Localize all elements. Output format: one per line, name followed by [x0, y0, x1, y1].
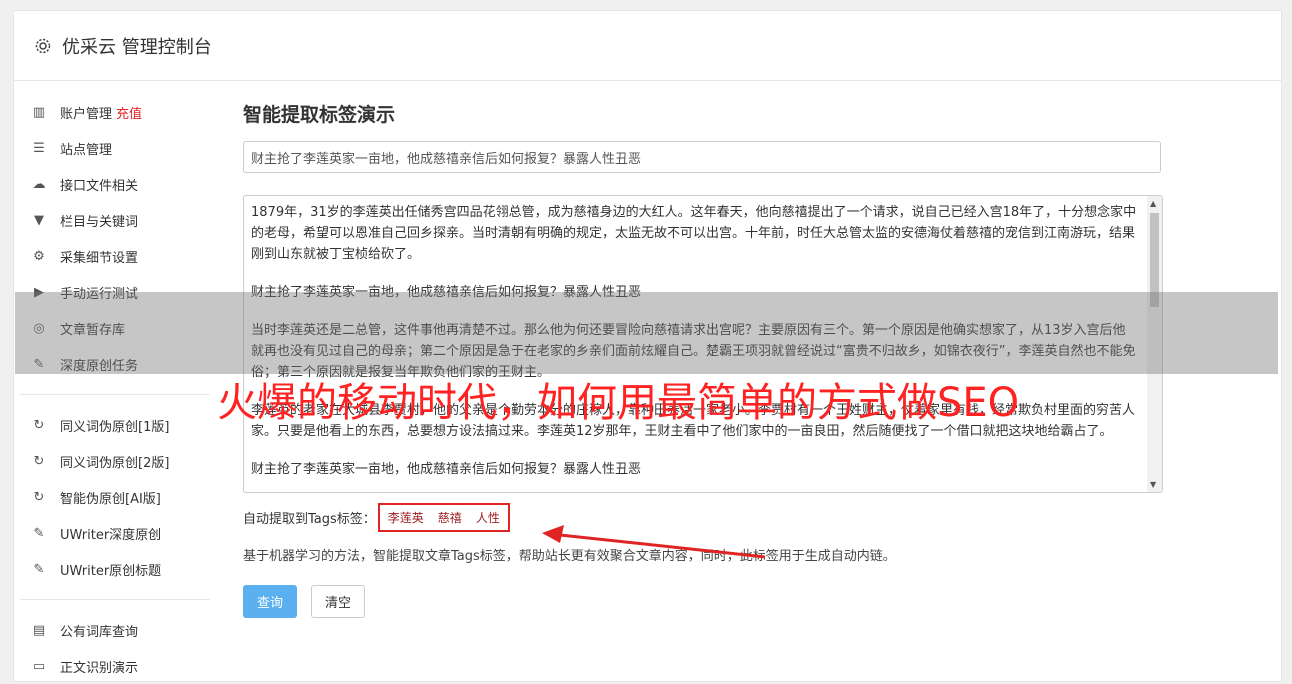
- gear-icon: [34, 37, 52, 55]
- title-input[interactable]: 财主抢了李莲英家一亩地，他成慈禧亲信后如何报复？暴露人性丑恶: [243, 141, 1161, 173]
- tag-item: 人性: [475, 511, 500, 525]
- console-header: 优采云 管理控制台: [14, 11, 1281, 81]
- clear-button[interactable]: 清空: [311, 585, 365, 618]
- article-paragraph: 财主抢了李莲英家一亩地，他成慈禧亲信后如何报复？暴露人性丑恶: [251, 462, 642, 477]
- edit-icon: ✎: [33, 561, 45, 577]
- sidebar-item-label: 公有词库查询: [60, 624, 139, 640]
- sidebar-item-label: 同义词伪原创[1版]: [60, 419, 170, 435]
- recharge-link[interactable]: 充值: [116, 103, 142, 122]
- square-icon: ▭: [32, 658, 46, 674]
- sidebar-item[interactable]: ↻ 同义词伪原创[1版]: [30, 407, 210, 443]
- sidebar: ▥ 账户管理 充值 ☰ 站点管理 ☁ 接口文件相关 ▼ 栏目与关键词 ⚙ 采集细节设置 ▶ 手动运行测试…: [20, 94, 210, 684]
- sidebar-item-label: 同义词伪原创[2版]: [60, 455, 170, 471]
- sidebar-item-label: UWriter深度原创: [60, 527, 162, 543]
- button-row: 查询 清空: [243, 585, 1163, 618]
- sidebar-item-label: 接口文件相关: [60, 178, 139, 194]
- red-arrow-annotation: [542, 525, 766, 559]
- refresh-icon: ↻: [33, 489, 45, 505]
- edit-icon: ✎: [33, 525, 45, 541]
- sidebar-item-label: 账户管理: [60, 106, 113, 122]
- sidebar-item-label: 站点管理: [60, 142, 113, 158]
- sidebar-item[interactable]: ↻ 同义词伪原创[2版]: [30, 443, 210, 479]
- gears-icon: ⚙: [33, 248, 45, 264]
- sidebar-item[interactable]: ✎ UWriter深度原创: [30, 515, 210, 551]
- refresh-icon: ↻: [33, 417, 45, 433]
- scroll-down-icon[interactable]: ▼: [1150, 480, 1156, 489]
- page-title: 智能提取标签演示: [243, 104, 396, 126]
- cloud-upload-icon: ☁: [32, 176, 46, 192]
- sidebar-item-label: 采集细节设置: [60, 250, 139, 266]
- tag-item: 慈禧: [437, 511, 462, 525]
- overlay-banner-text: 火爆的移动时代，如何用最简单的方式做SEO: [217, 380, 1020, 426]
- refresh-icon: ↻: [33, 453, 45, 469]
- sidebar-item[interactable]: ☁ 接口文件相关: [30, 166, 210, 202]
- tags-label: 自动提取到Tags标签：: [243, 512, 376, 527]
- book-icon: ▤: [32, 622, 46, 638]
- sidebar-divider: [20, 394, 210, 395]
- overlay-band: [15, 292, 1278, 374]
- tags-box: 李莲英 慈禧 人性: [377, 503, 510, 532]
- sidebar-item-label: 正文识别演示: [60, 660, 139, 676]
- server-icon: ☰: [33, 140, 45, 156]
- sidebar-item[interactable]: ↻ 智能伪原创[AI版]: [30, 479, 210, 515]
- query-button[interactable]: 查询: [243, 585, 297, 618]
- tag-item: 李莲英: [387, 511, 424, 525]
- scroll-up-icon[interactable]: ▲: [1150, 199, 1156, 208]
- console-title: 优采云 管理控制台: [62, 36, 212, 58]
- sidebar-item-label: 智能伪原创[AI版]: [60, 491, 161, 507]
- sidebar-item[interactable]: ▤ 公有词库查询: [30, 612, 210, 648]
- sidebar-item[interactable]: ▼ 栏目与关键词: [30, 202, 210, 238]
- sidebar-item[interactable]: ☰ 站点管理: [30, 130, 210, 166]
- sidebar-item[interactable]: ▥ 账户管理 充值: [30, 94, 210, 130]
- filter-icon: ▼: [34, 212, 44, 228]
- sidebar-item-label: UWriter原创标题: [60, 563, 162, 579]
- sidebar-item-label: 栏目与关键词: [60, 214, 139, 230]
- article-paragraph: 1879年，31岁的李莲英出任储秀宫四品花翎总管，成为慈禧身边的大红人。这年春天…: [251, 205, 1137, 262]
- sidebar-divider: [20, 599, 210, 600]
- sidebar-item[interactable]: ▭ 正文识别演示: [30, 648, 210, 684]
- bar-chart-icon: ▥: [32, 104, 46, 120]
- sidebar-item[interactable]: ✎ UWriter原创标题: [30, 551, 210, 587]
- sidebar-item[interactable]: ⚙ 采集细节设置: [30, 238, 210, 274]
